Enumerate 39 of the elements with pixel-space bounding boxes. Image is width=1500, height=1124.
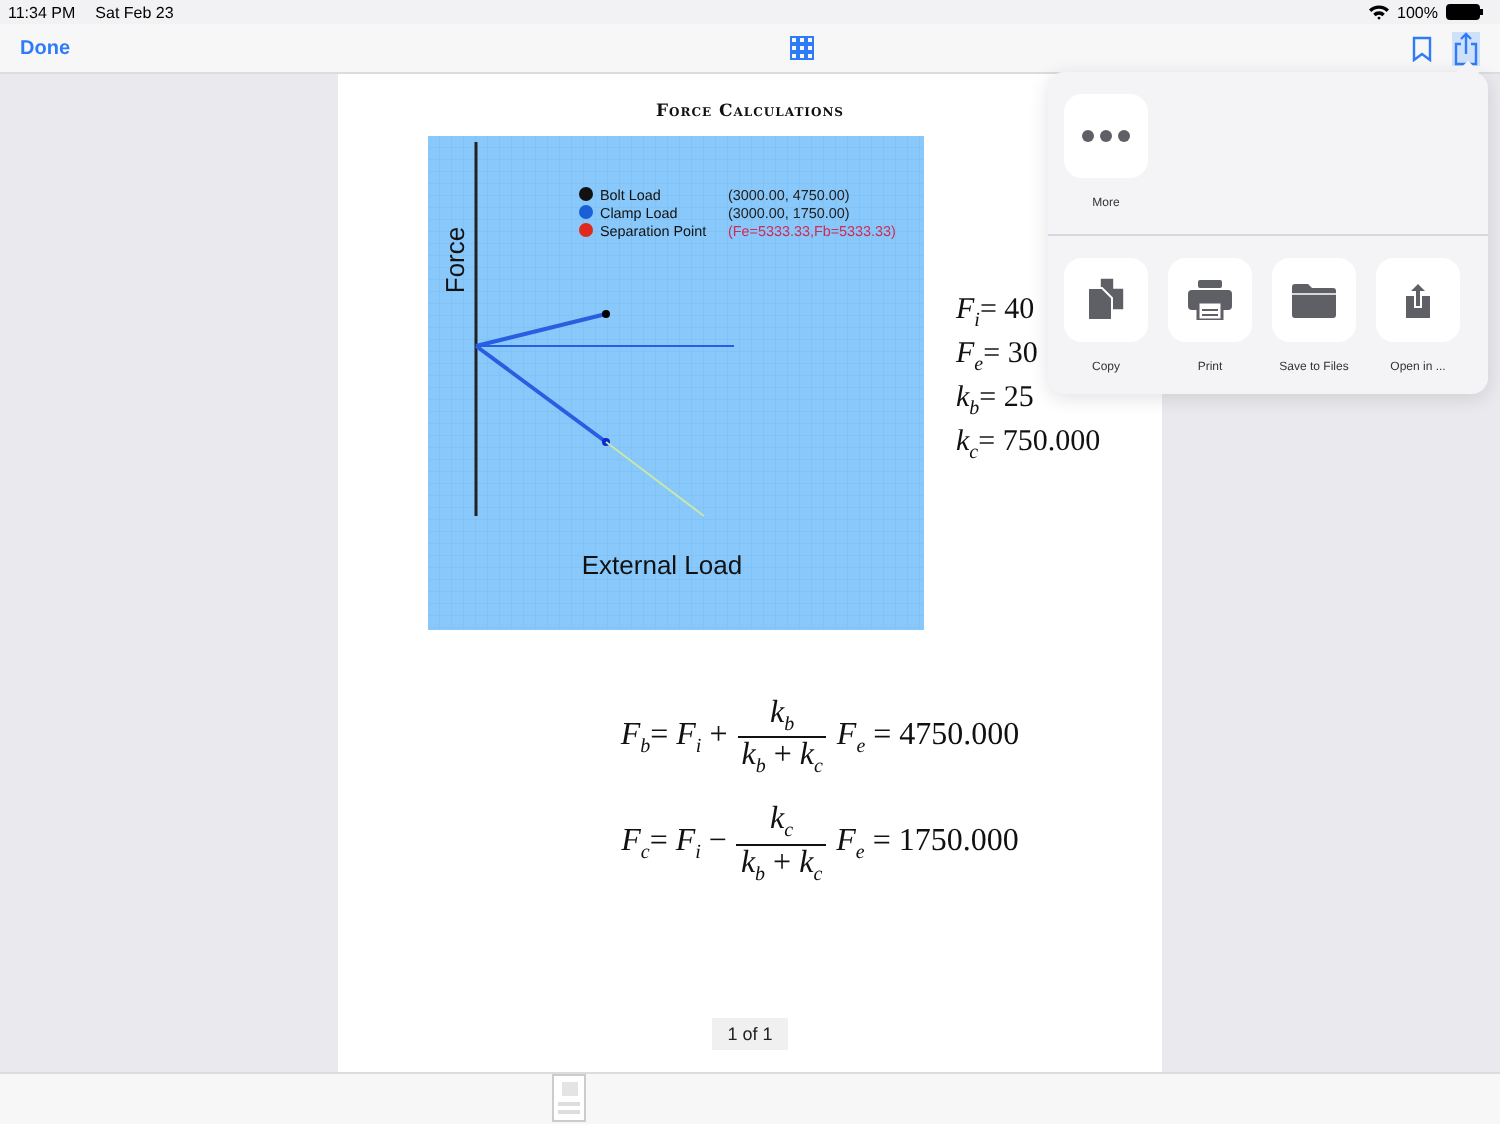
equation-right: F$_{e}$ = 4750.000: [836, 717, 1020, 758]
equation-left: F$_{c}$= F$_{i}$ −: [621, 823, 727, 865]
more-button[interactable]: [1064, 94, 1148, 178]
share-action-button[interactable]: [1272, 258, 1356, 342]
bolt-load-line: [475, 310, 610, 348]
clamp-load-line: [474, 344, 610, 446]
fraction-numerator: k$_{b}$: [737, 696, 827, 739]
share-box-icon: [1406, 283, 1430, 317]
battery-icon: [1446, 4, 1484, 20]
y-axis-label: Force: [440, 226, 470, 294]
wifi-icon: [1367, 4, 1390, 20]
share-action-button[interactable]: [1064, 258, 1148, 342]
more-icon: [1082, 130, 1130, 142]
equation-right: F$_{e}$ = 1750.000: [836, 823, 1019, 865]
status-time: 11:34 PM: [8, 3, 76, 21]
equation-left: F$_{b}$= F$_{i}$ +: [620, 717, 728, 758]
page-thumbnail[interactable]: [552, 1074, 586, 1122]
share-action-button[interactable]: [1168, 258, 1252, 342]
variable-value: k$_{c}$= 750.000: [956, 426, 1101, 464]
fraction-numerator: k$_{c}$: [736, 802, 827, 846]
done-button[interactable]: Done: [20, 37, 70, 59]
fraction-denominator: k$_{b}$ + k$_{c}$: [738, 845, 825, 886]
page-indicator: 1 of 1: [711, 1018, 789, 1050]
share-action-button[interactable]: [1376, 258, 1460, 342]
printer-icon: [1188, 280, 1232, 320]
thumbnail-grid-icon[interactable]: [789, 36, 813, 60]
fraction-denominator: k$_{b}$ + k$_{c}$: [739, 738, 825, 779]
x-axis-label: External Load: [581, 550, 743, 580]
extension-line: [605, 441, 705, 517]
folder-icon: [1292, 283, 1336, 317]
share-icon[interactable]: [1452, 31, 1480, 65]
variable-value: F$_{i}$= 40: [956, 294, 1035, 332]
battery-percent: 100%: [1397, 3, 1438, 21]
variable-value: k$_{b}$= 25: [956, 382, 1034, 420]
bookmark-icon[interactable]: [1412, 35, 1432, 61]
documents-icon: [1086, 278, 1126, 322]
document-title: Force Calculations: [653, 102, 847, 122]
variable-value: F$_{e}$= 30: [956, 338, 1038, 376]
status-date: Sat Feb 23: [95, 3, 174, 21]
